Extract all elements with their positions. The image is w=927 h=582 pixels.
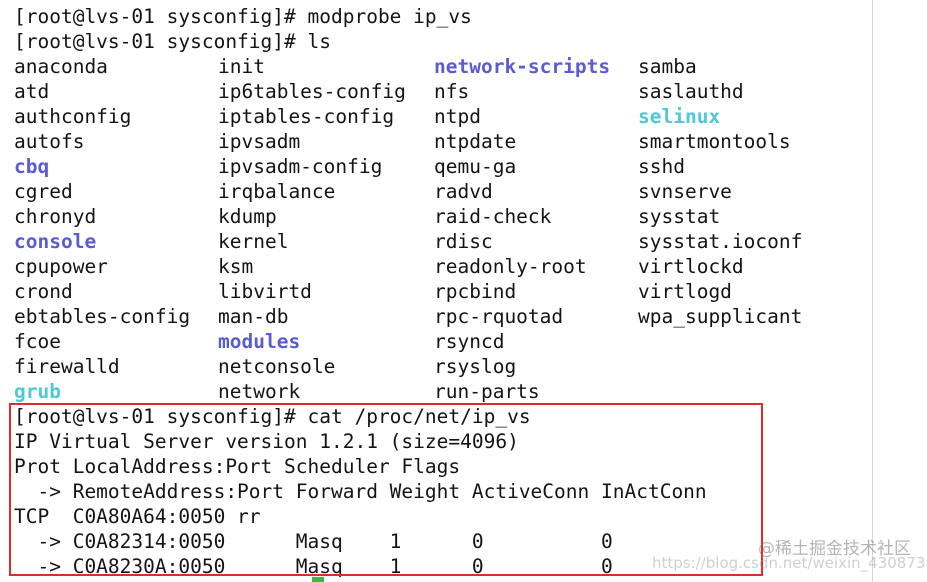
ls-entry-nfs: nfs <box>434 80 470 103</box>
ls-entry-ntpdate: ntpdate <box>434 130 517 153</box>
ls-entry-autofs: autofs <box>14 130 85 153</box>
ls-entry-ntpd: ntpd <box>434 105 481 128</box>
ls-entry-modules: modules <box>218 330 301 353</box>
ls-entry-ksm: ksm <box>218 255 254 278</box>
ls-entry-man-db: man-db <box>218 305 289 328</box>
cursor-marker <box>312 577 324 582</box>
ls-entry-console: console <box>14 230 97 253</box>
ls-entry-anaconda: anaconda <box>14 55 108 78</box>
ls-entry-grub: grub <box>14 380 61 403</box>
ls-entry-readonly-root: readonly-root <box>434 255 587 278</box>
ls-entry-kernel: kernel <box>218 230 289 253</box>
right-margin <box>873 0 927 582</box>
ls-entry-sshd: sshd <box>638 155 685 178</box>
ls-entry-netconsole: netconsole <box>218 355 336 378</box>
ls-entry-radvd: radvd <box>434 180 493 203</box>
ls-entry-fcoe: fcoe <box>14 330 61 353</box>
ls-entry-ipvsadm-config: ipvsadm-config <box>218 155 383 178</box>
ls-entry-firewalld: firewalld <box>14 355 120 378</box>
ls-output: anaconda atd authconfig autofs cbq cgred chron… <box>14 54 874 404</box>
window-right-border <box>872 0 873 582</box>
ls-entry-rpcbind: rpcbind <box>434 280 517 303</box>
ls-entry-rsyncd: rsyncd <box>434 330 505 353</box>
ls-entry-sysstat-ioconf: sysstat.ioconf <box>638 230 803 253</box>
ls-entry-smartmontools: smartmontools <box>638 130 791 153</box>
ls-entry-ip6tables-config: ip6tables-config <box>218 80 406 103</box>
terminal-window[interactable]: [root@lvs-01 sysconfig]# modprobe ip_vs … <box>0 0 927 582</box>
ls-entry-rdisc: rdisc <box>434 230 493 253</box>
red-highlight-box <box>9 403 763 576</box>
ls-entry-selinux: selinux <box>638 105 721 128</box>
ls-entry-ipvsadm: ipvsadm <box>218 130 301 153</box>
ls-entry-kdump: kdump <box>218 205 277 228</box>
ls-column-4: samba saslauthd selinux smartmontools sshd sv… <box>638 54 802 329</box>
ls-entry-libvirtd: libvirtd <box>218 280 312 303</box>
ls-entry-saslauthd: saslauthd <box>638 80 744 103</box>
ls-entry-raid-check: raid-check <box>434 205 552 228</box>
ls-entry-sysstat: sysstat <box>638 205 721 228</box>
ls-entry-network: network <box>218 380 301 403</box>
ls-entry-cpupower: cpupower <box>14 255 108 278</box>
ls-entry-authconfig: authconfig <box>14 105 132 128</box>
ls-entry-cgred: cgred <box>14 180 73 203</box>
ls-entry-init: init <box>218 55 265 78</box>
ls-entry-run-parts: run-parts <box>434 380 540 403</box>
command-modprobe: [root@lvs-01 sysconfig]# modprobe ip_vs <box>14 5 472 28</box>
ls-entry-svnserve: svnserve <box>638 180 732 203</box>
ls-entry-samba: samba <box>638 55 697 78</box>
ls-entry-rsyslog: rsyslog <box>434 355 517 378</box>
ls-entry-crond: crond <box>14 280 73 303</box>
watermark-site: @稀土掘金技术社区 <box>758 539 911 559</box>
ls-entry-network-scripts: network-scripts <box>434 55 611 78</box>
ls-entry-rpc-rquotad: rpc-rquotad <box>434 305 564 328</box>
ls-column-3: network-scripts nfs ntpd ntpdate qemu-ga radv… <box>434 54 610 404</box>
ls-entry-ebtables-config: ebtables-config <box>14 305 191 328</box>
command-ls: [root@lvs-01 sysconfig]# ls <box>14 30 331 53</box>
ls-entry-virtlogd: virtlogd <box>638 280 732 303</box>
ls-entry-irqbalance: irqbalance <box>218 180 336 203</box>
ls-entry-wpa-supplicant: wpa_supplicant <box>638 305 803 328</box>
ls-entry-cbq: cbq <box>14 155 50 178</box>
ls-column-1: anaconda atd authconfig autofs cbq cgred chron… <box>14 54 190 404</box>
ls-entry-virtlockd: virtlockd <box>638 255 744 278</box>
ls-entry-atd: atd <box>14 80 50 103</box>
ls-entry-chronyd: chronyd <box>14 205 97 228</box>
ls-entry-qemu-ga: qemu-ga <box>434 155 517 178</box>
ls-entry-iptables-config: iptables-config <box>218 105 395 128</box>
ls-column-2: init ip6tables-config iptables-config ipvsa… <box>218 54 406 404</box>
